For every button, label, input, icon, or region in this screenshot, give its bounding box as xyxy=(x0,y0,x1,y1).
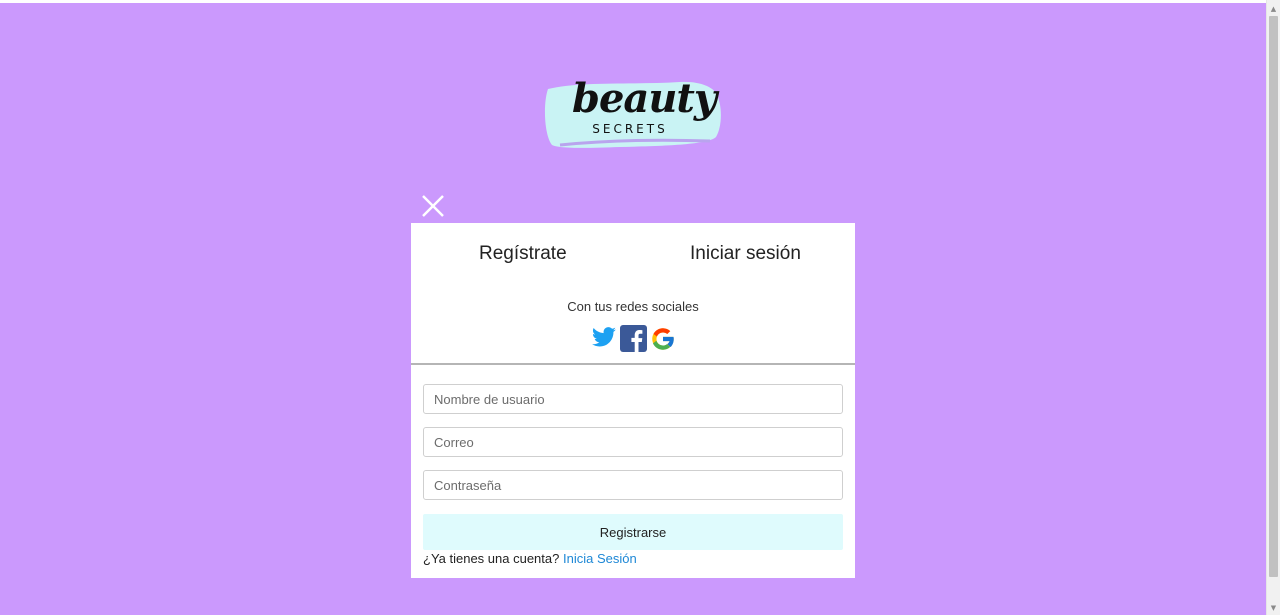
scroll-up-arrow-icon[interactable]: ▲ xyxy=(1267,2,1280,16)
google-icon[interactable] xyxy=(649,325,677,358)
close-icon[interactable] xyxy=(420,193,446,219)
social-login-icons xyxy=(591,324,681,354)
scroll-thumb[interactable] xyxy=(1269,16,1278,577)
section-divider xyxy=(411,363,855,365)
facebook-icon[interactable] xyxy=(620,325,647,357)
scroll-down-arrow-icon[interactable]: ▼ xyxy=(1267,601,1280,615)
login-prompt-text: ¿Ya tienes una cuenta? xyxy=(423,551,560,566)
register-modal: Regístrate Iniciar sesión Con tus redes … xyxy=(411,223,855,578)
register-submit-button[interactable]: Registrarse xyxy=(423,514,843,550)
social-caption: Con tus redes sociales xyxy=(567,299,699,314)
password-input[interactable] xyxy=(423,470,843,500)
tab-login[interactable]: Iniciar sesión xyxy=(690,243,801,265)
beauty-secrets-logo: beauty SECRETS xyxy=(540,75,728,155)
tab-register[interactable]: Regístrate xyxy=(479,243,567,265)
login-prompt: ¿Ya tienes una cuenta? Inicia Sesión xyxy=(423,551,637,566)
username-input[interactable] xyxy=(423,384,843,414)
vertical-scrollbar[interactable]: ▲ ▼ xyxy=(1266,0,1280,615)
login-link[interactable]: Inicia Sesión xyxy=(563,551,637,566)
email-input[interactable] xyxy=(423,427,843,457)
logo-script-text: beauty xyxy=(572,75,717,122)
twitter-icon[interactable] xyxy=(591,326,617,355)
logo-sub-text: SECRETS xyxy=(592,122,668,136)
